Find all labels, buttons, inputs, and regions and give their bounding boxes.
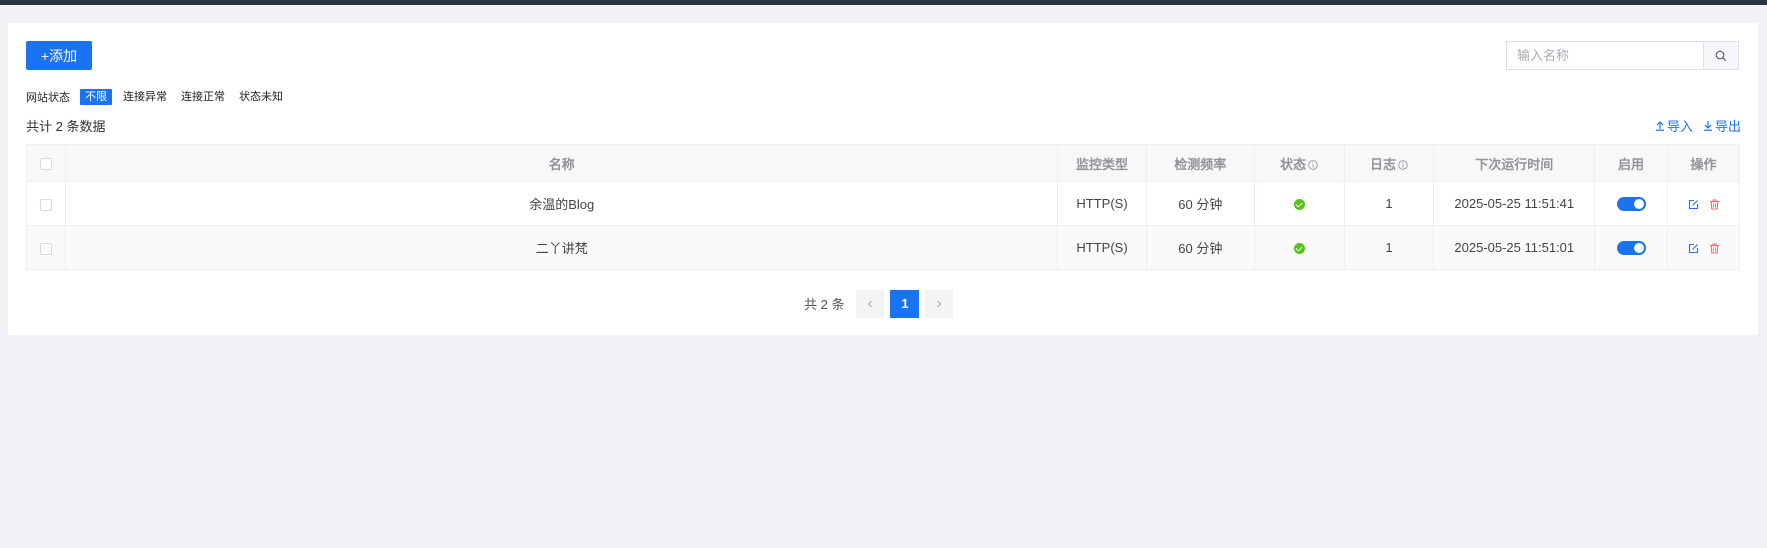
status-filter: 网站状态 不限 连接异常 连接正常 状态未知 (26, 89, 292, 105)
filter-option-all[interactable]: 不限 (80, 89, 112, 105)
cell-name: 余温的Blog (65, 181, 1059, 226)
enabled-toggle[interactable] (1616, 241, 1646, 256)
pagination: 共 2 条 1 (804, 289, 954, 318)
search-button[interactable] (1703, 42, 1738, 69)
edit-icon (1688, 244, 1698, 254)
header-next-run: 下次运行时间 (1433, 144, 1596, 182)
delete-button[interactable] (1709, 243, 1720, 254)
cell-actions (1667, 225, 1740, 270)
select-all-checkbox[interactable] (40, 158, 53, 171)
upload-icon (1655, 121, 1664, 131)
import-export: 导入 导出 (1655, 116, 1741, 135)
search-input[interactable] (1507, 42, 1703, 69)
import-label: 导入 (1666, 119, 1693, 134)
cell-next-run: 2025-05-25 11:51:01 (1433, 225, 1596, 270)
search-box (1506, 41, 1739, 70)
cell-log[interactable]: 1 (1343, 225, 1435, 270)
monitor-table: 名称 监控类型 检测频率 状态 日志 下次运行时间 启用 操作 余温的Blog … (25, 144, 1740, 270)
check-circle-icon (1293, 243, 1305, 255)
header-enabled: 启用 (1594, 144, 1669, 182)
search-icon (1715, 50, 1727, 61)
filter-option-normal[interactable]: 连接正常 (176, 89, 230, 105)
trash-icon (1709, 243, 1719, 254)
download-icon (1703, 121, 1712, 131)
row-select-cell (25, 225, 67, 270)
page-number-current[interactable]: 1 (890, 289, 920, 318)
total-count: 共计 2 条数据 (26, 119, 106, 134)
chevron-left-icon (868, 300, 873, 307)
add-button[interactable]: +添加 (26, 41, 92, 70)
main-card: +添加 网站状态 不限 连接异常 连接正常 状态未知 共计 2 条数据 导入 (8, 23, 1758, 335)
cell-type: HTTP(S) (1057, 225, 1147, 270)
row-checkbox[interactable] (40, 198, 53, 211)
cell-frequency: 60 分钟 (1145, 181, 1255, 226)
header-name: 名称 (65, 144, 1059, 182)
cell-name: 二丫讲梵 (65, 225, 1059, 270)
info-icon[interactable] (1398, 160, 1408, 170)
prev-page-button[interactable] (856, 289, 885, 318)
cell-log[interactable]: 1 (1343, 181, 1435, 226)
cell-status (1253, 181, 1345, 226)
export-link[interactable]: 导出 (1703, 116, 1741, 135)
table-header-row: 名称 监控类型 检测频率 状态 日志 下次运行时间 启用 操作 (25, 144, 1740, 182)
filter-option-unknown[interactable]: 状态未知 (234, 89, 288, 105)
edit-button[interactable] (1688, 199, 1699, 210)
next-page-button[interactable] (925, 289, 954, 318)
edit-icon (1688, 200, 1698, 210)
row-checkbox[interactable] (40, 242, 53, 255)
edit-button[interactable] (1688, 243, 1699, 254)
cell-type: HTTP(S) (1057, 181, 1147, 226)
cell-enabled (1594, 225, 1669, 270)
cell-enabled (1594, 181, 1669, 226)
cell-frequency: 60 分钟 (1145, 225, 1255, 270)
header-log: 日志 (1343, 144, 1435, 182)
pagination-total: 共 2 条 (804, 297, 845, 312)
import-link[interactable]: 导入 (1655, 116, 1693, 135)
header-log-label: 日志 (1370, 156, 1397, 172)
header-actions: 操作 (1667, 144, 1740, 182)
header-type: 监控类型 (1057, 144, 1147, 182)
header-status: 状态 (1253, 144, 1345, 182)
cell-actions (1667, 181, 1740, 226)
enabled-toggle[interactable] (1616, 197, 1646, 212)
filter-label: 网站状态 (26, 92, 70, 104)
top-bar (0, 0, 1767, 5)
header-status-label: 状态 (1280, 156, 1307, 172)
row-select-cell (25, 181, 67, 226)
filter-option-error[interactable]: 连接异常 (118, 89, 172, 105)
table-row: 余温的Blog HTTP(S) 60 分钟 1 2025-05-25 11:51… (25, 181, 1740, 226)
table-row: 二丫讲梵 HTTP(S) 60 分钟 1 2025-05-25 11:51:01 (25, 225, 1740, 270)
header-frequency: 检测频率 (1145, 144, 1255, 182)
export-label: 导出 (1714, 119, 1741, 134)
cell-next-run: 2025-05-25 11:51:41 (1433, 181, 1596, 226)
trash-icon (1709, 199, 1719, 210)
select-all-cell (25, 144, 67, 182)
check-circle-icon (1293, 199, 1305, 211)
chevron-right-icon (937, 300, 942, 307)
info-icon[interactable] (1308, 160, 1318, 170)
delete-button[interactable] (1709, 199, 1720, 210)
cell-status (1253, 225, 1345, 270)
